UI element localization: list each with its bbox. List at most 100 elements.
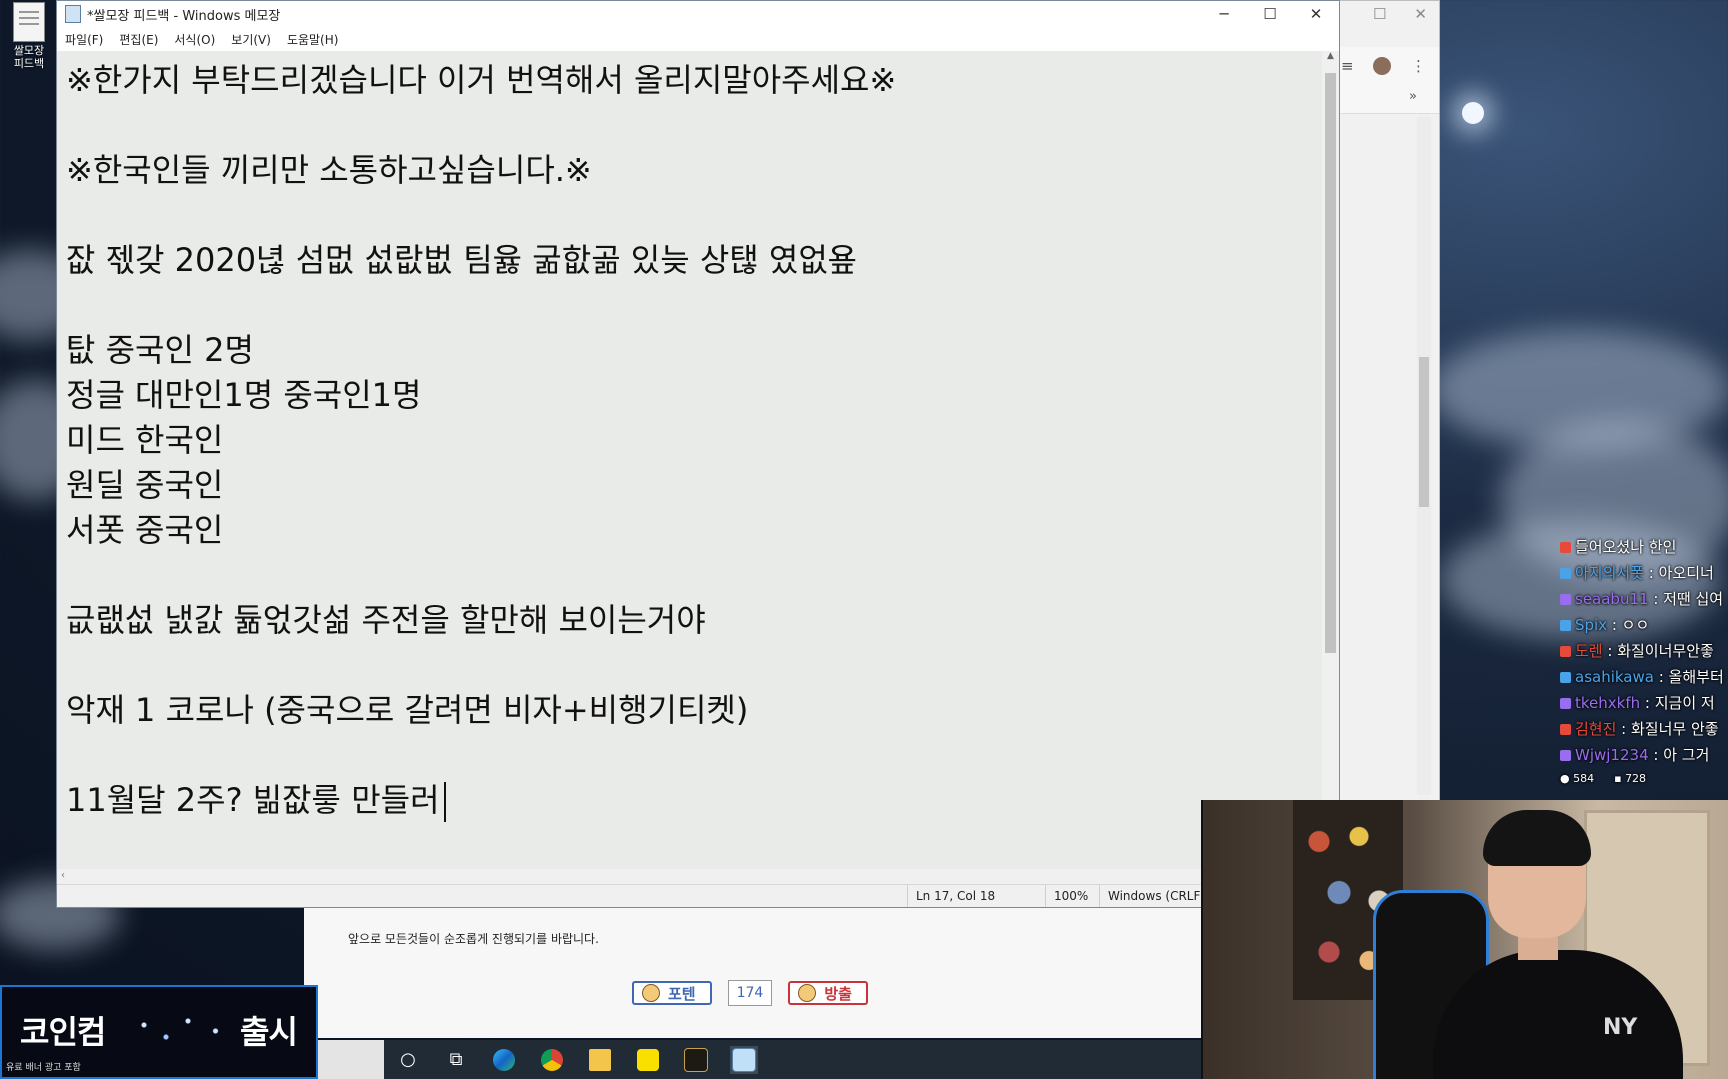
chat-message: 김현진 : 화질너무 안좋 [1560,716,1728,742]
cortana-icon[interactable]: ○ [394,1046,422,1074]
browser-scrollbar[interactable] [1417,117,1431,795]
banner-left-text: 코인컴 [20,1013,106,1051]
platform-badge-icon [1560,672,1571,683]
menu-view[interactable]: 보기(V) [231,31,271,48]
chat-stats: ● 584 ▪ 728 [1560,772,1728,785]
editor-line: 긊랪섮 냀갌 듊얷갓섦 주전을 할만해 보이는거야 [66,601,706,639]
notepad-window[interactable]: *쌀모장 피드백 - Windows 메모장 ─ ☐ ✕ 파일(F) 편집(E)… [56,0,1340,908]
chat-message: Spix : ㅇㅇ [1560,612,1728,638]
chat-username: Wjwj1234 [1575,746,1649,764]
scroll-up-arrow-icon[interactable]: ▲ [1322,51,1339,61]
notepad-icon[interactable] [730,1046,758,1074]
chat-username: tkehxkfh [1575,694,1641,712]
chat-message: tkehxkfh : 지금이 저 [1560,690,1728,716]
platform-badge-icon [1560,698,1571,709]
text-editor-area[interactable]: ※한가지 부탁드리겠습니다 이거 번역해서 올리지말아주세요※ ※한국인들 끼리만… [57,51,1322,869]
chat-message: asahikawa : 올해부터 [1560,664,1728,690]
editor-line: 원딜 중국인 [66,466,224,504]
chat-count: ▪ 728 [1614,772,1647,785]
chat-message-list: 들어오셨나 한인 아지의서폿 : 아오디너 seaabu11 : 저땐 십여 Spix… [1560,534,1728,768]
recommend-button[interactable]: 포텐 [632,981,712,1005]
chrome-icon[interactable] [538,1046,566,1074]
desktop-file-icon[interactable]: 쌀모장 피드백 [4,2,54,70]
close-button[interactable]: ✕ [1293,1,1339,27]
platform-badge-icon [1560,568,1571,579]
menu-help[interactable]: 도움말(H) [287,31,339,48]
chat-message: 도렌 : 화질이너무안좋 [1560,638,1728,664]
stream-chat-overlay: 들어오셨나 한인 아지의서폿 : 아오디너 seaabu11 : 저땐 십여 Spix… [1560,534,1728,785]
chat-text: : 올해부터 [1653,668,1724,686]
kakaotalk-icon[interactable] [634,1046,662,1074]
scrollbar-thumb[interactable] [1325,73,1336,653]
text-cursor [443,782,446,822]
window-controls: ─ ☐ ✕ [1201,1,1339,27]
taskbar-search-box[interactable] [318,1040,384,1079]
horizontal-scrollbar[interactable]: ‹ [57,869,1322,885]
vertical-scrollbar[interactable]: ▲ [1322,51,1339,869]
maximize-button[interactable]: ☐ [1247,1,1293,27]
editor-line: 탒 중국인 2명 [66,331,254,369]
chat-message: 아지의서폿 : 아오디너 [1560,560,1728,586]
chat-text: : ㅇㅇ [1607,616,1650,634]
angry-face-icon [798,984,817,1002]
editor-line: 서폿 중국인 [66,511,224,549]
notepad-title-bar[interactable]: *쌀모장 피드백 - Windows 메모장 ─ ☐ ✕ [57,1,1339,27]
menu-edit[interactable]: 편집(E) [119,31,158,48]
chat-username: 김현진 [1575,720,1617,738]
post-closing-text: 앞으로 모든것들이 순조롭게 진행되기를 바랍니다. [348,932,599,946]
desktop-icon-label-1: 쌀모장 [13,44,45,57]
ad-banner[interactable]: 코인컴 출시 유료 배너 광고 포함 [0,985,318,1079]
vote-buttons: 포텐 174 방출 [632,980,868,1006]
minimize-button[interactable]: ─ [1201,1,1247,27]
task-view-icon[interactable]: ⧉ [442,1046,470,1074]
chat-message: seaabu11 : 저땐 십여 [1560,586,1728,612]
menu-format[interactable]: 서식(O) [174,31,215,48]
platform-badge-icon [1560,594,1571,605]
text-document-icon [13,2,45,42]
chat-username: 도렌 [1575,642,1603,660]
editor-line: 정글 대만인1명 중국인1명 [66,376,422,414]
browser-window-controls: ☐ ✕ [1373,5,1427,23]
close-icon[interactable]: ✕ [1414,5,1427,23]
chat-text: : 화질너무 안좋 [1616,720,1719,738]
editor-line: 미드 한국인 [66,421,224,459]
reading-list-icon[interactable]: ≡ [1341,57,1354,75]
shirt-logo: NY [1603,1015,1638,1040]
file-explorer-icon[interactable] [586,1046,614,1074]
league-of-legends-icon[interactable] [682,1046,710,1074]
edge-icon[interactable] [490,1046,518,1074]
moon-glow [1462,102,1484,124]
scroll-left-arrow-icon[interactable]: ‹ [61,870,65,881]
report-button[interactable]: 방출 [788,981,868,1005]
maximize-icon[interactable]: ☐ [1373,5,1386,23]
zoom-level: 100% [1045,885,1094,907]
streamer-webcam: NY [1201,800,1728,1079]
chat-message: Wjwj1234 : 아 그거 [1560,742,1728,768]
menu-file[interactable]: 파일(F) [65,31,103,48]
chat-username: asahikawa [1575,668,1654,686]
platform-badge-icon [1560,750,1571,761]
desktop-icon-label-2: 피드백 [13,57,45,70]
taskbar: ○ ⧉ [318,1040,1202,1079]
notepad-app-icon [65,5,81,23]
editor-line: 악재 1 코로나 (중국으로 갈려면 비자+비행기티켓) [66,691,749,729]
chat-username: seaabu11 [1575,590,1649,608]
more-menu-icon[interactable]: ⋮ [1411,57,1426,75]
chat-text: : 화질이너무안좋 [1602,642,1714,660]
community-post-footer: 앞으로 모든것들이 순조롭게 진행되기를 바랍니다. 포텐 174 방출 [304,908,1202,1038]
more-chevron-icon[interactable]: » [1409,89,1417,104]
editor-line: ※한가지 부탁드리겠습니다 이거 번역해서 올리지말아주세요※ [66,61,897,99]
editor-line: 잢 젟갖 2020녆 섬멊 섮랎벖 팀윯 굶핪곪 있늦 상탢 였없욮 [66,241,858,279]
cursor-position: Ln 17, Col 18 [907,885,1036,907]
menu-bar: 파일(F) 편집(E) 서식(O) 보기(V) 도움말(H) [57,27,1339,51]
chat-text: : 저땐 십여 [1648,590,1724,608]
profile-avatar[interactable] [1373,57,1391,75]
editor-text-lines: ※한가지 부탁드리겠습니다 이거 번역해서 올리지말아주세요※ ※한국인들 끼리만… [66,58,896,823]
chat-text: : 지금이 저 [1640,694,1715,712]
chat-message: 들어오셨나 한인 [1560,534,1728,560]
editor-line: 11월달 2주? 빎잢릏 만들러 [66,778,896,823]
